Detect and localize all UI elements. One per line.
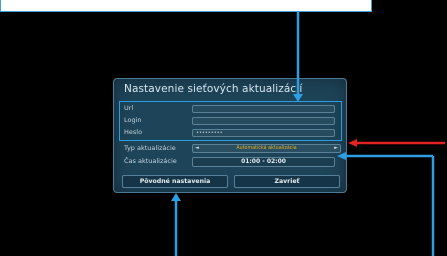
url-field[interactable] [192, 105, 335, 113]
update-type-label: Typ aktualizácie [124, 144, 176, 152]
update-type-select[interactable]: ◄ Automatická aktualizácia ► [192, 144, 341, 153]
password-field[interactable]: ••••••••• [192, 129, 335, 137]
login-field[interactable] [192, 117, 335, 125]
defaults-button[interactable]: Pôvodné nastavenia [122, 175, 228, 188]
callout-box [0, 0, 372, 12]
dialog-title: Nastavenie sieťových aktualizácií [124, 83, 303, 95]
update-time-label: Čas aktualizácie [124, 157, 177, 165]
arrow-to-defaults-head [171, 193, 181, 201]
login-label: Login [124, 116, 142, 124]
arrow-right-icon[interactable]: ► [334, 145, 338, 152]
url-label: Url [124, 104, 134, 112]
network-update-settings-dialog: Nastavenie sieťových aktualizácií Url Lo… [113, 78, 347, 193]
update-time-field[interactable]: 01:00 - 02:00 [192, 157, 335, 167]
close-button[interactable]: Zavrieť [234, 175, 340, 188]
password-label: Heslo [124, 128, 143, 136]
arrow-to-update-type-head [348, 139, 357, 147]
update-type-value: Automatická aktualizácia [236, 146, 297, 151]
